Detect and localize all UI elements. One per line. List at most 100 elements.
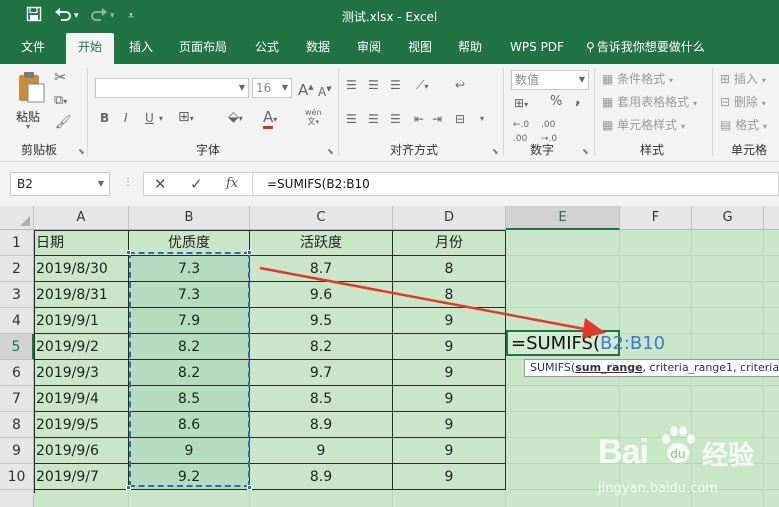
tab-insert[interactable]: 插入: [122, 33, 160, 64]
number-format-select[interactable]: 数值 ▼: [511, 70, 589, 90]
tell-me-label: 告诉我你想要做什么: [596, 40, 705, 54]
align-left-icon[interactable]: ☰: [346, 112, 357, 126]
cancel-icon[interactable]: ✕: [154, 177, 167, 192]
bold-button[interactable]: B: [100, 111, 109, 125]
fill-color-icon[interactable]: ⬙▾: [228, 110, 243, 126]
decrease-indent-icon[interactable]: ⇤: [414, 112, 424, 126]
increase-indent-icon[interactable]: ⇥: [432, 112, 442, 126]
tell-me-search[interactable]: ⚲ 告诉我你想要做什么: [586, 33, 718, 64]
check-icon[interactable]: ✓: [190, 177, 203, 192]
format-painter-icon[interactable]: 🖌: [55, 116, 72, 130]
clipboard-group-label: 剪贴板: [21, 143, 58, 157]
paste-dropdown-icon: ▾: [26, 122, 31, 131]
font-size-value: 16: [256, 81, 272, 95]
insert-cells-label: 插入: [733, 72, 758, 86]
group-divider: [712, 68, 713, 156]
borders-icon[interactable]: ⊞▾: [178, 110, 194, 126]
merge-center-icon[interactable]: ⊟: [455, 112, 465, 126]
italic-button[interactable]: I: [124, 111, 128, 125]
format-cells-label: 格式: [735, 118, 760, 132]
tab-page-layout[interactable]: 页面布局: [172, 33, 234, 64]
font-name-input[interactable]: ▼: [95, 78, 249, 98]
group-divider: [503, 68, 504, 156]
cells-group-label: 单元格: [731, 143, 768, 157]
styles-group-label: 样式: [640, 143, 665, 157]
ribbon-tabs: 文件 开始 插入 页面布局 公式 数据 审阅 视图 帮助 WPS PDF ⚲ 告诉…: [0, 33, 779, 64]
format-cells-icon: ▤: [720, 118, 732, 132]
cut-icon[interactable]: ✂: [54, 70, 67, 85]
title-bar: ▾ ▾ ⩡ 测试.xlsx - Excel: [0, 0, 779, 33]
lightbulb-icon: ⚲: [586, 40, 595, 54]
chevron-down-icon: ▼: [97, 179, 104, 188]
number-launcher-icon[interactable]: ⬊: [582, 147, 589, 156]
comma-button[interactable]: ,: [575, 92, 581, 107]
orientation-icon[interactable]: ⟋▾: [416, 78, 428, 94]
font-size-input[interactable]: 16 ▼: [252, 78, 292, 98]
svg-text:du: du: [670, 447, 685, 461]
group-divider: [594, 68, 595, 156]
cell-styles-icon: ▦: [602, 118, 614, 132]
copy-icon[interactable]: ⧉▾: [54, 94, 67, 109]
number-format-value: 数值: [515, 73, 540, 87]
chevron-down-icon: ▼: [578, 75, 585, 84]
underline-button[interactable]: U: [145, 111, 154, 125]
underline-dropdown-icon[interactable]: ▾: [159, 112, 163, 126]
percent-button[interactable]: %: [550, 95, 562, 109]
grow-font-icon[interactable]: A▲: [298, 80, 314, 98]
name-box[interactable]: B2 ▼: [10, 172, 110, 196]
insert-function-button[interactable]: fx: [226, 177, 238, 191]
font-color-icon: A: [263, 108, 274, 129]
tab-file[interactable]: 文件: [14, 33, 52, 64]
wrap-text-icon[interactable]: ↩: [455, 78, 465, 92]
window-title: 测试.xlsx - Excel: [341, 10, 438, 24]
delete-cells-button[interactable]: ⊟ 删除 ▾: [720, 95, 766, 111]
tab-view[interactable]: 视图: [400, 33, 440, 64]
phonetic-icon[interactable]: wén 文▾: [305, 108, 322, 127]
table-icon: ▦: [602, 95, 614, 109]
align-right-icon[interactable]: ☰: [390, 112, 401, 126]
shrink-font-icon[interactable]: A▼: [318, 82, 332, 99]
number-group-label: 数字: [530, 143, 555, 157]
merge-dropdown-icon[interactable]: ▾: [480, 112, 484, 126]
tab-formulas[interactable]: 公式: [248, 33, 286, 64]
formula-bar: B2 ▼ ⋮ ✕ ✓ fx =SUMIFS(B2:B10: [0, 162, 779, 206]
chevron-down-icon: ▼: [238, 83, 245, 92]
paw-icon: du: [662, 426, 695, 463]
worksheet-grid[interactable]: A B C D E F G 1 2 3 4 5 6 7 8 9 10 日期 优质度…: [0, 206, 779, 507]
alignment-launcher-icon[interactable]: ⬊: [492, 147, 499, 156]
clipboard-launcher-icon[interactable]: ⬊: [78, 147, 85, 156]
formula-input[interactable]: =SUMIFS(B2:B10: [253, 172, 779, 196]
tab-help[interactable]: 帮助: [450, 33, 490, 64]
align-top-icon[interactable]: ☰: [346, 78, 357, 92]
paste-button[interactable]: 粘贴 ▾: [12, 70, 50, 134]
tab-wps-pdf[interactable]: WPS PDF: [504, 33, 570, 64]
align-center-icon[interactable]: ☰: [368, 112, 379, 126]
conditional-format-label: 条件格式: [617, 72, 666, 86]
align-middle-icon[interactable]: ☰: [368, 78, 379, 92]
conditional-format-button[interactable]: ▦ 条件格式 ▾: [602, 72, 673, 88]
watermark-brand-cn: 经验: [702, 441, 755, 471]
conditional-format-icon: ▦: [602, 72, 614, 86]
chevron-down-icon: ▼: [281, 83, 288, 92]
currency-icon[interactable]: ⊞▾: [514, 96, 528, 112]
cell-styles-button[interactable]: ▦ 单元格样式 ▾: [602, 118, 685, 134]
formula-buttons: ✕ ✓ fx: [143, 172, 253, 196]
watermark-brand: Bai: [598, 433, 649, 471]
delete-cells-icon: ⊟: [720, 95, 731, 109]
font-color-button[interactable]: A▾: [263, 108, 277, 129]
insert-cells-button[interactable]: ⊞ 插入 ▾: [720, 72, 766, 88]
name-box-value: B2: [17, 177, 33, 191]
tab-review[interactable]: 审阅: [350, 33, 388, 64]
format-cells-button[interactable]: ▤ 格式 ▾: [720, 118, 767, 134]
increase-decimal-icon[interactable]: ←.0.00: [513, 118, 529, 146]
align-bottom-icon[interactable]: ☰: [390, 78, 401, 92]
group-divider: [338, 68, 339, 156]
watermark-url: jingyan.baidu.com: [598, 481, 718, 496]
format-as-table-button[interactable]: ▦ 套用表格格式 ▾: [602, 95, 697, 111]
ribbon: 粘贴 ▾ ✂ ⧉▾ 🖌 剪贴板 ⬊ ▼ 16 ▼ A▲ A▼ B I U ▾ ⊞…: [0, 64, 779, 162]
baidu-watermark: Bai du 经验 jingyan.baidu.com: [598, 407, 778, 505]
tab-home[interactable]: 开始: [66, 33, 114, 64]
font-launcher-icon[interactable]: ⬊: [327, 147, 334, 156]
format-as-table-label: 套用表格格式: [617, 95, 690, 109]
tab-data[interactable]: 数据: [298, 33, 338, 64]
